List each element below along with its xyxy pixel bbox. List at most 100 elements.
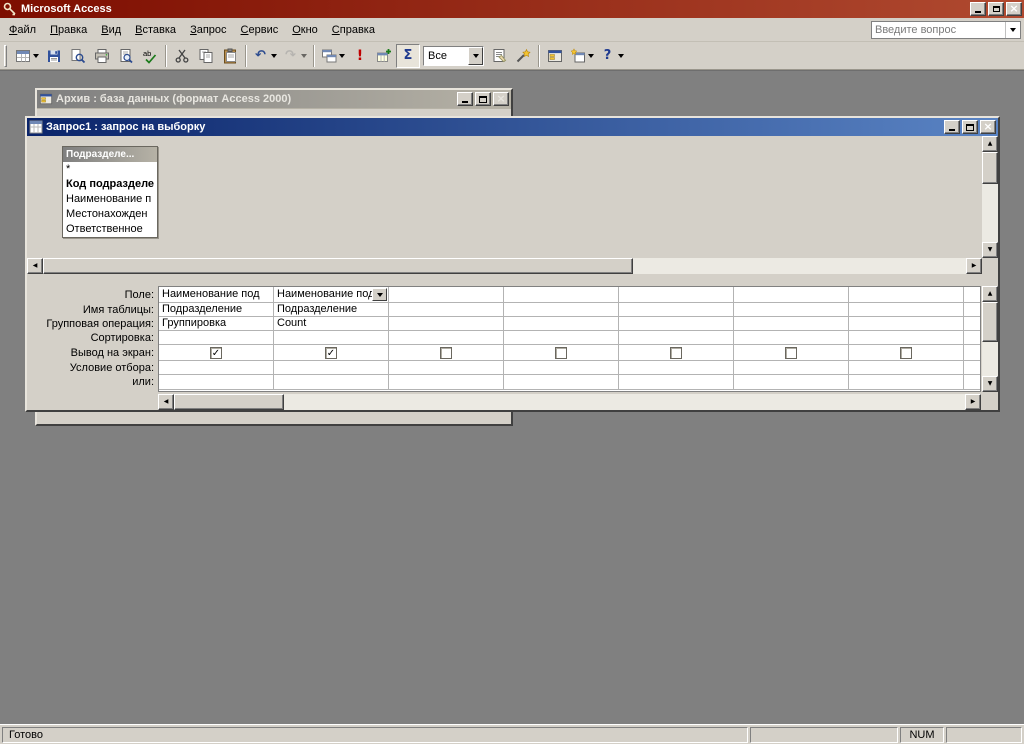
menu-view[interactable]: Вид: [94, 20, 128, 40]
grid-cell-or-8[interactable]: [964, 375, 981, 389]
field-list-item[interactable]: *: [63, 162, 157, 177]
query-maximize-button[interactable]: [962, 120, 978, 134]
show-table-button[interactable]: [372, 44, 396, 68]
show-checkbox[interactable]: [900, 347, 912, 359]
grid-cell-field-4[interactable]: [504, 287, 619, 302]
scrollbar-thumb[interactable]: [982, 302, 998, 342]
menu-file[interactable]: Файл: [2, 20, 43, 40]
chevron-down-icon[interactable]: [337, 45, 346, 67]
toolbar-drag-handle[interactable]: [4, 45, 7, 67]
grid-cell-table-4[interactable]: [504, 303, 619, 316]
grid-cell-table-8[interactable]: [964, 303, 981, 316]
menu-edit[interactable]: Правка: [43, 20, 94, 40]
grid-cell-table-2[interactable]: Подразделение: [274, 303, 389, 316]
pane-splitter[interactable]: [27, 274, 998, 286]
grid-cell-sort-2[interactable]: [274, 331, 389, 344]
grid-cell-field-2[interactable]: Наименование под: [274, 287, 389, 302]
query-close-button[interactable]: ×: [980, 120, 996, 134]
grid-vertical-scrollbar[interactable]: ▲ ▼: [982, 286, 998, 392]
help-button[interactable]: ?: [597, 44, 627, 68]
menu-window[interactable]: Окно: [285, 20, 325, 40]
scrollbar-thumb[interactable]: [174, 394, 284, 410]
grid-cell-or-4[interactable]: [504, 375, 619, 389]
field-list-header[interactable]: Подразделе...: [63, 147, 157, 162]
grid-cell-criteria-8[interactable]: [964, 361, 981, 374]
grid-cell-or-1[interactable]: [159, 375, 274, 389]
show-checkbox[interactable]: [440, 347, 452, 359]
grid-cell-total-6[interactable]: [734, 317, 849, 330]
spelling-button[interactable]: ab: [138, 44, 162, 68]
grid-cell-field-7[interactable]: [849, 287, 964, 302]
grid-cell-sort-8[interactable]: [964, 331, 981, 344]
grid-cell-table-1[interactable]: Подразделение: [159, 303, 274, 316]
query-diagram-pane[interactable]: Подразделе... *Код подразделеНаименовани…: [27, 136, 980, 258]
file-search-button[interactable]: [66, 44, 90, 68]
query-window-titlebar[interactable]: Запрос1 : запрос на выборку ×: [27, 118, 998, 136]
menu-query[interactable]: Запрос: [183, 20, 233, 40]
query-type-button[interactable]: [318, 44, 348, 68]
query-design-window[interactable]: Запрос1 : запрос на выборку × Подразделе…: [25, 116, 1000, 412]
grid-cell-criteria-2[interactable]: [274, 361, 389, 374]
grid-cell-field-8[interactable]: [964, 287, 981, 302]
grid-cell-or-3[interactable]: [389, 375, 504, 389]
scroll-up-icon[interactable]: ▲: [982, 136, 998, 152]
scroll-left-icon[interactable]: ◀: [158, 394, 174, 410]
grid-cell-criteria-4[interactable]: [504, 361, 619, 374]
grid-cell-sort-5[interactable]: [619, 331, 734, 344]
grid-cell-total-8[interactable]: [964, 317, 981, 330]
field-list-item[interactable]: Код подразделе: [63, 177, 157, 192]
grid-cell-show-3[interactable]: [389, 345, 504, 360]
grid-cell-show-1[interactable]: ✓: [159, 345, 274, 360]
scrollbar-thumb[interactable]: [982, 152, 998, 184]
menu-help[interactable]: Справка: [325, 20, 382, 40]
grid-cell-total-2[interactable]: Count: [274, 317, 389, 330]
grid-cell-or-2[interactable]: [274, 375, 389, 389]
show-checkbox-checked[interactable]: ✓: [325, 347, 337, 359]
query-minimize-button[interactable]: [944, 120, 960, 134]
db-minimize-button[interactable]: [457, 92, 473, 106]
ask-question-box[interactable]: [871, 21, 1021, 39]
grid-cell-sort-4[interactable]: [504, 331, 619, 344]
print-button[interactable]: [90, 44, 114, 68]
grid-cell-or-6[interactable]: [734, 375, 849, 389]
chevron-down-icon[interactable]: [468, 47, 483, 65]
grid-cell-show-2[interactable]: ✓: [274, 345, 389, 360]
diagram-horizontal-scrollbar[interactable]: ◀ ▶: [27, 258, 982, 274]
chevron-down-icon[interactable]: [31, 45, 40, 67]
scroll-down-icon[interactable]: ▼: [982, 242, 998, 258]
save-button[interactable]: [42, 44, 66, 68]
chevron-down-icon[interactable]: [299, 45, 308, 67]
app-restore-button[interactable]: [988, 2, 1004, 16]
db-close-button[interactable]: ×: [493, 92, 509, 106]
database-window-titlebar[interactable]: Архив : база данных (формат Access 2000)…: [37, 90, 511, 108]
chevron-down-icon[interactable]: [1005, 22, 1020, 38]
grid-cell-sort-6[interactable]: [734, 331, 849, 344]
field-list-item[interactable]: Ответственное: [63, 222, 157, 237]
show-checkbox[interactable]: [555, 347, 567, 359]
diagram-vertical-scrollbar[interactable]: ▲ ▼: [982, 136, 998, 258]
menu-tools[interactable]: Сервис: [234, 20, 286, 40]
grid-cell-criteria-1[interactable]: [159, 361, 274, 374]
grid-cell-sort-1[interactable]: [159, 331, 274, 344]
grid-cell-criteria-6[interactable]: [734, 361, 849, 374]
menu-insert[interactable]: Вставка: [128, 20, 183, 40]
grid-cell-criteria-7[interactable]: [849, 361, 964, 374]
chevron-down-icon[interactable]: [586, 45, 595, 67]
grid-cell-show-8[interactable]: [964, 345, 981, 360]
grid-cell-total-7[interactable]: [849, 317, 964, 330]
field-list-item[interactable]: Наименование п: [63, 192, 157, 207]
totals-button[interactable]: Σ: [396, 44, 420, 68]
grid-cell-show-6[interactable]: [734, 345, 849, 360]
show-checkbox-checked[interactable]: ✓: [210, 347, 222, 359]
grid-cell-total-5[interactable]: [619, 317, 734, 330]
chevron-down-icon[interactable]: [269, 45, 278, 67]
top-values-combo[interactable]: Все: [423, 46, 484, 66]
grid-cell-field-6[interactable]: [734, 287, 849, 302]
paste-button[interactable]: [218, 44, 242, 68]
undo-button[interactable]: ↶: [250, 44, 280, 68]
grid-cell-sort-7[interactable]: [849, 331, 964, 344]
scroll-right-icon[interactable]: ▶: [965, 394, 981, 410]
grid-cell-show-5[interactable]: [619, 345, 734, 360]
scrollbar-thumb[interactable]: [43, 258, 633, 274]
ask-question-input[interactable]: [872, 24, 1005, 36]
